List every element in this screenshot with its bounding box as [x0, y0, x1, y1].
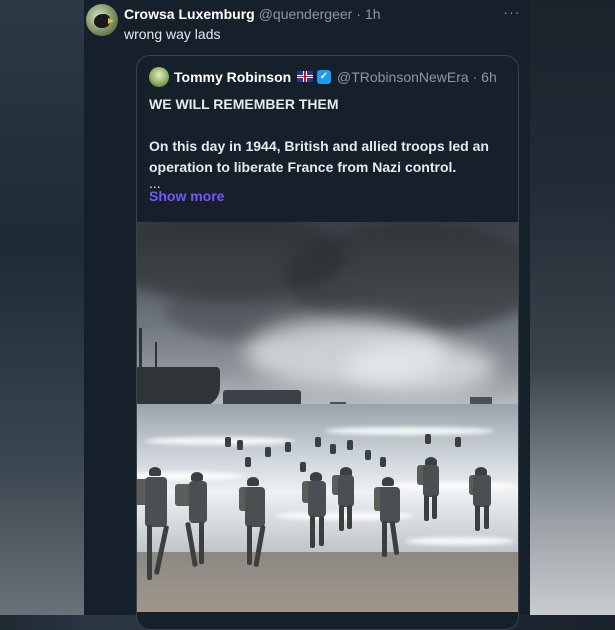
user-handle[interactable]: @quendergeer — [259, 6, 353, 22]
post-text: wrong way lads — [124, 26, 221, 42]
soldier — [330, 467, 362, 537]
separator: · — [356, 6, 361, 22]
beach-landing-image[interactable] — [137, 222, 518, 612]
display-name[interactable]: Crowsa Luxemburg — [124, 6, 255, 22]
show-more-link[interactable]: Show more — [149, 188, 224, 204]
soldier — [415, 457, 447, 527]
quoted-avatar[interactable] — [149, 67, 169, 87]
verified-badge-icon: ✓ — [317, 70, 331, 84]
quoted-separator: · — [472, 69, 478, 85]
quoted-timestamp[interactable]: 6h — [481, 69, 497, 85]
post-card[interactable]: Crowsa Luxemburg @quendergeer · 1h ··· w… — [84, 0, 530, 630]
background-right — [530, 0, 615, 615]
soldier — [175, 472, 215, 572]
quoted-post-content: Tommy Robinson ✓ @TRobinsonNewEra · 6h W… — [149, 56, 509, 216]
quoted-handle: @TRobinsonNewEra · 6h — [337, 69, 497, 85]
quoted-display-name[interactable]: Tommy Robinson — [174, 69, 291, 85]
quoted-post[interactable]: Tommy Robinson ✓ @TRobinsonNewEra · 6h W… — [136, 55, 519, 630]
soldier — [235, 477, 275, 572]
timestamp[interactable]: 1h — [365, 6, 381, 22]
quoted-title: WE WILL REMEMBER THEM — [149, 96, 339, 112]
background-left — [0, 0, 84, 615]
landing-ship — [137, 367, 220, 407]
uk-flag-icon — [297, 71, 313, 82]
beak-shape — [108, 18, 114, 24]
quoted-text: WE WILL REMEMBER THEM On this day in 194… — [149, 94, 518, 192]
soldier — [465, 467, 499, 537]
quoted-body: On this day in 1944, British and allied … — [149, 138, 489, 175]
post-header: Crowsa Luxemburg @quendergeer · 1h — [124, 5, 381, 23]
quoted-user-handle[interactable]: @TRobinsonNewEra — [337, 69, 469, 85]
more-options-icon[interactable]: ··· — [502, 5, 522, 19]
soldier — [370, 477, 410, 562]
avatar[interactable] — [86, 4, 118, 36]
